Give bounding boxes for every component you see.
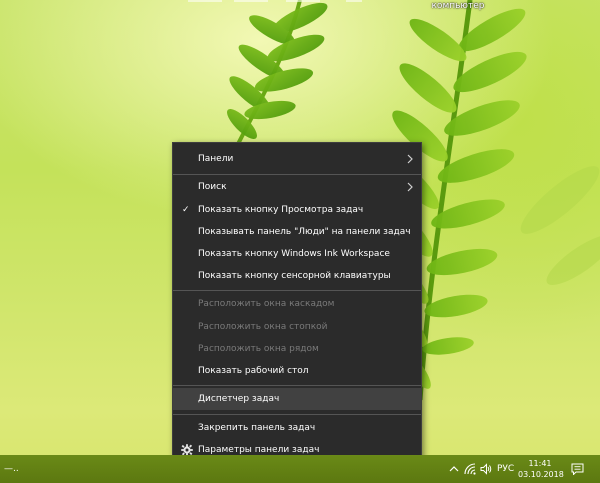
chevron-right-icon	[407, 182, 413, 192]
desktop: компьютер Панели Поиск ✓ Показать кнопку…	[0, 0, 600, 483]
taskbar-left-glyph[interactable]: —..	[4, 464, 19, 474]
chevron-right-icon	[407, 154, 413, 164]
menu-item-show-touch-keyboard[interactable]: Показать кнопку сенсорной клавиатуры	[173, 265, 421, 287]
menu-separator	[173, 414, 421, 415]
menu-item-label: Показать кнопку Просмотра задач	[198, 205, 364, 215]
menu-item-search[interactable]: Поиск	[173, 176, 421, 198]
menu-item-stack-windows: Расположить окна стопкой	[173, 316, 421, 338]
menu-item-task-manager[interactable]: Диспетчер задач	[173, 388, 421, 410]
menu-item-toolbars[interactable]: Панели	[173, 148, 421, 170]
menu-item-label: Расположить окна каскадом	[198, 299, 335, 309]
chevron-up-icon[interactable]	[449, 465, 459, 473]
desktop-icon-label-fragment	[286, 0, 320, 2]
clock-time: 11:41	[528, 459, 552, 468]
clock[interactable]: 11:41 03.10.2018	[518, 458, 564, 480]
desktop-icon-label-fragment	[346, 0, 362, 2]
taskbar[interactable]: —.. РУС 11:41 03.10.2018	[0, 455, 600, 483]
notification-icon[interactable]	[571, 463, 584, 475]
menu-item-lock-taskbar[interactable]: Закрепить панель задач	[173, 417, 421, 439]
menu-item-side-by-side-windows: Расположить окна рядом	[173, 338, 421, 360]
clock-date: 03.10.2018	[518, 470, 564, 479]
menu-separator	[173, 290, 421, 291]
menu-item-label: Показать кнопку сенсорной клавиатуры	[198, 271, 391, 281]
menu-separator	[173, 385, 421, 386]
menu-item-label: Параметры панели задач	[198, 445, 320, 455]
desktop-icon-label-fragment	[234, 0, 268, 2]
menu-item-label: Закрепить панель задач	[198, 423, 316, 433]
menu-item-label: Расположить окна стопкой	[198, 322, 328, 332]
menu-item-label: Расположить окна рядом	[198, 344, 319, 354]
menu-item-label: Показывать панель "Люди" на панели задач	[198, 227, 411, 237]
checkmark-icon: ✓	[182, 205, 190, 215]
menu-item-label: Диспетчер задач	[198, 394, 280, 404]
network-icon[interactable]	[464, 463, 476, 475]
desktop-icon-label[interactable]: компьютер	[428, 0, 488, 12]
menu-item-label: Панели	[198, 154, 234, 164]
menu-item-label: Показать кнопку Windows Ink Workspace	[198, 249, 390, 259]
desktop-icon-label-fragment	[188, 0, 222, 2]
menu-item-show-people[interactable]: Показывать панель "Люди" на панели задач	[173, 221, 421, 243]
taskbar-context-menu: Панели Поиск ✓ Показать кнопку Просмотра…	[172, 142, 422, 466]
menu-item-show-task-view[interactable]: ✓ Показать кнопку Просмотра задач	[173, 199, 421, 221]
language-indicator[interactable]: РУС	[497, 462, 514, 476]
menu-item-label: Показать рабочий стол	[198, 366, 309, 376]
menu-item-label: Поиск	[198, 182, 227, 192]
menu-item-show-ink-workspace[interactable]: Показать кнопку Windows Ink Workspace	[173, 243, 421, 265]
menu-separator	[173, 174, 421, 175]
volume-icon[interactable]	[480, 463, 492, 475]
menu-item-cascade-windows: Расположить окна каскадом	[173, 293, 421, 315]
menu-item-show-desktop[interactable]: Показать рабочий стол	[173, 360, 421, 382]
